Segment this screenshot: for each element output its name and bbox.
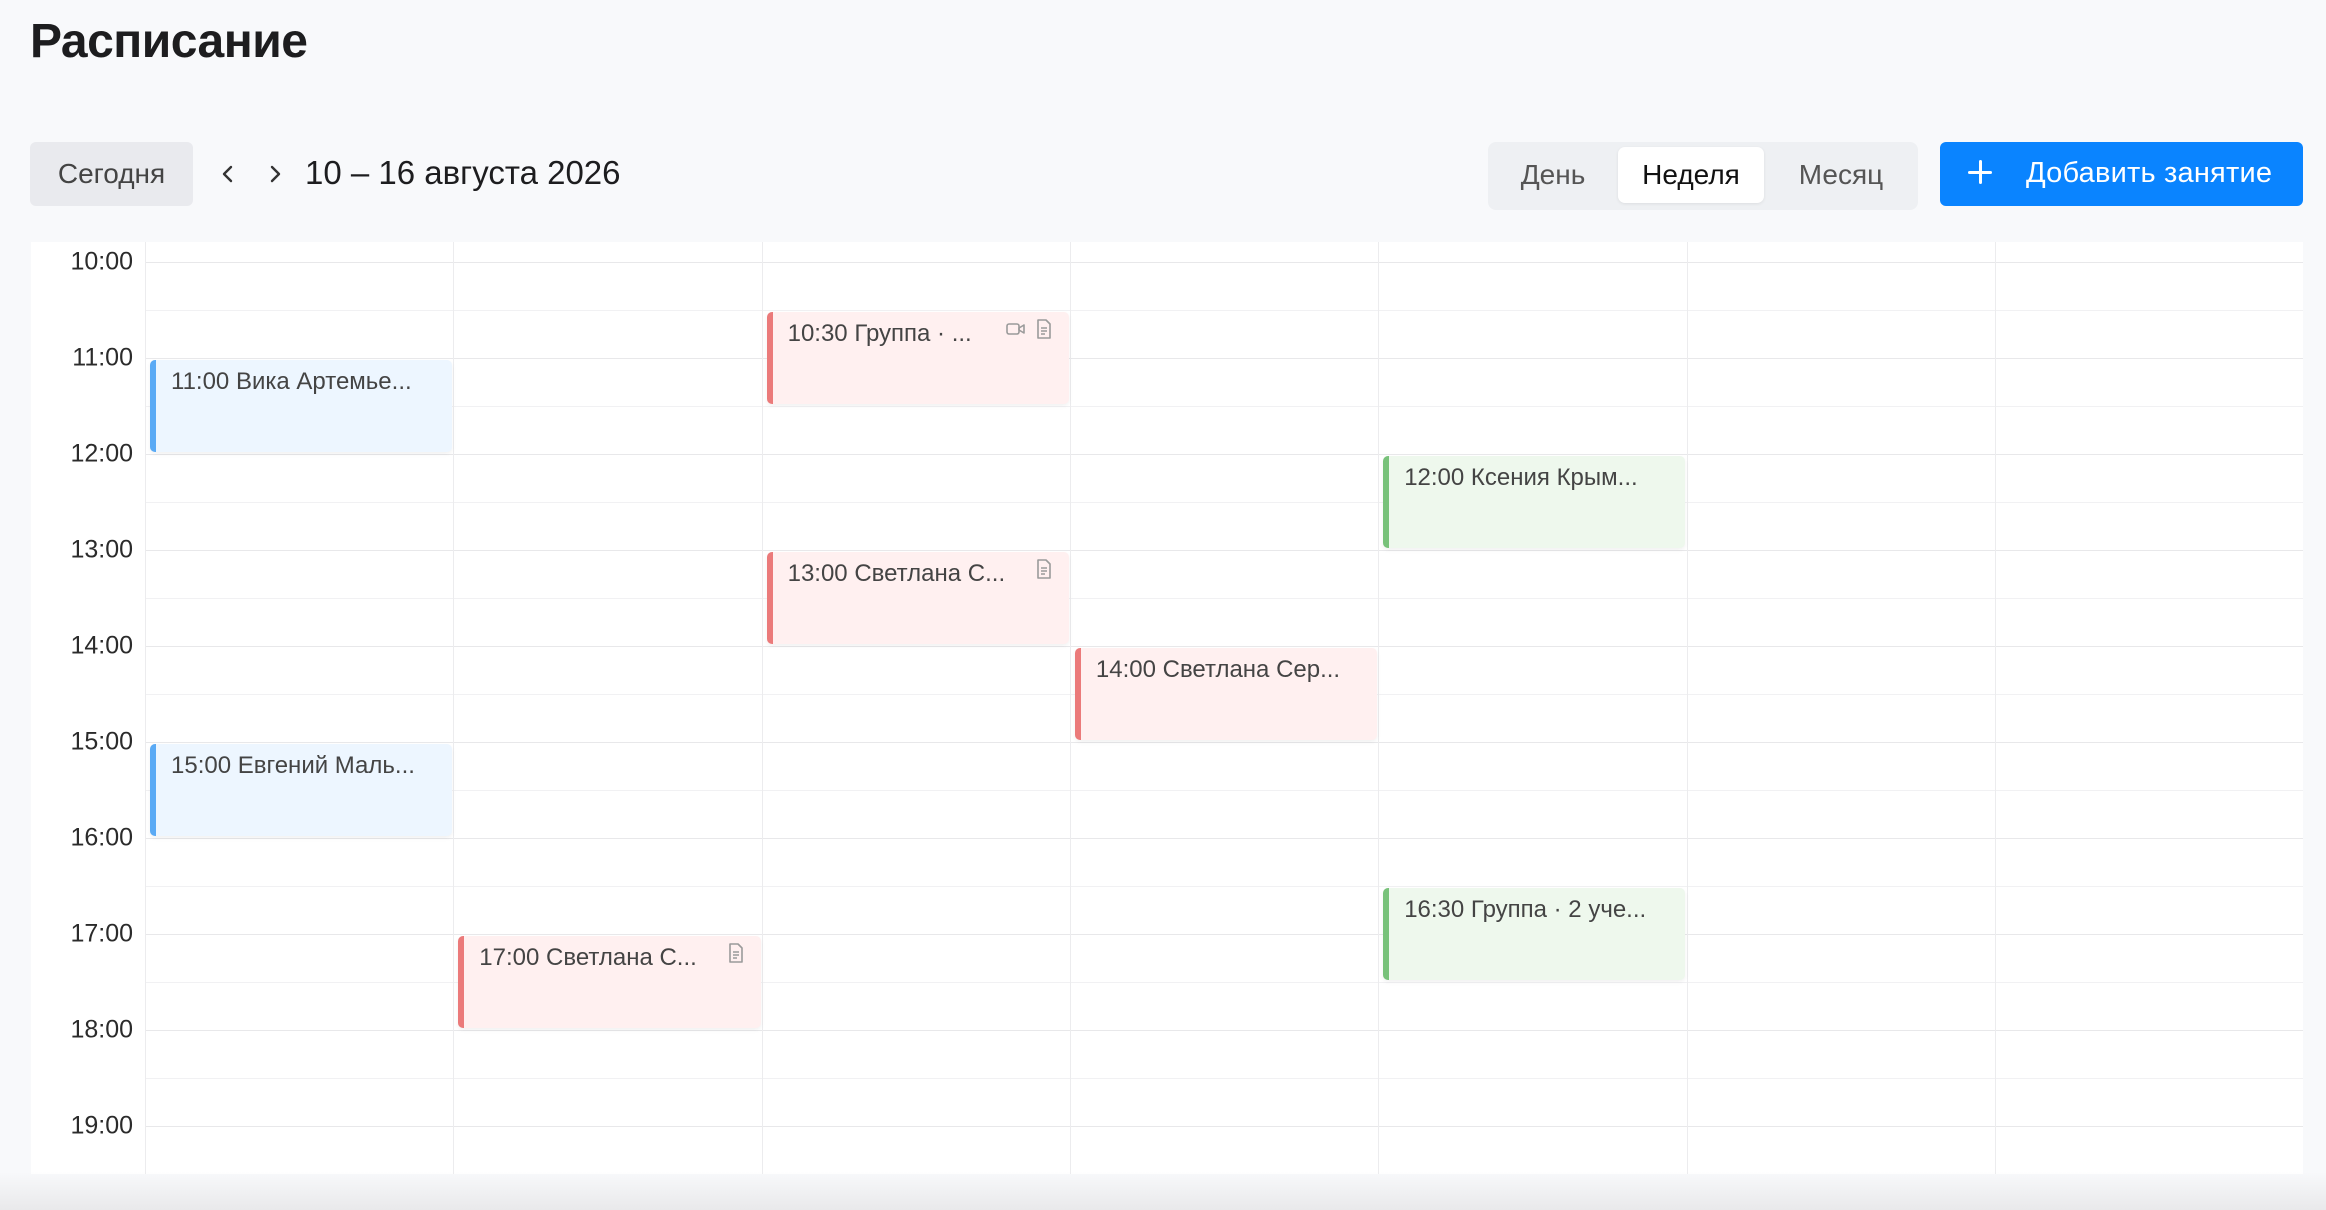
date-range-label: 10 – 16 августа 2026 [305, 154, 621, 191]
day-column-divider [1994, 242, 1996, 1174]
hour-line [145, 934, 2303, 935]
day-column-divider [1686, 242, 1688, 1174]
time-label: 13:00 [70, 535, 133, 564]
view-tab-month[interactable]: Месяц [1774, 147, 1908, 203]
half-hour-line [145, 886, 2303, 887]
plus-icon [1966, 158, 1996, 188]
day-column-divider [145, 242, 146, 1174]
lesson-event[interactable]: 10:30 Группа · ... [766, 312, 1069, 404]
time-label: 16:00 [70, 823, 133, 852]
lesson-event[interactable]: 15:00 Евгений Маль... [150, 744, 453, 836]
time-label: 11:00 [72, 343, 133, 372]
lesson-event-title: 12:00 Ксения Крым... [1404, 464, 1638, 491]
half-hour-line [145, 598, 2303, 599]
document-icon [725, 942, 747, 969]
view-switcher: День Неделя Месяц [1488, 142, 1918, 210]
half-hour-line [145, 406, 2303, 407]
lesson-event-title: 16:30 Группа · 2 уче... [1404, 896, 1647, 923]
bottom-scroll-shadow [0, 1172, 2326, 1210]
time-label: 12:00 [70, 439, 133, 468]
view-tab-week[interactable]: Неделя [1618, 147, 1764, 203]
next-week-button[interactable] [257, 154, 293, 194]
add-lesson-label: Добавить занятие [2026, 157, 2273, 189]
hour-line [145, 1126, 2303, 1127]
half-hour-line [145, 310, 2303, 311]
chevron-right-icon [270, 165, 281, 183]
hour-line [145, 1030, 2303, 1031]
lesson-event-title: 15:00 Евгений Маль... [171, 752, 415, 779]
lesson-event-title: 13:00 Светлана С... [787, 560, 1006, 587]
time-label: 18:00 [70, 1015, 133, 1044]
day-column-divider [453, 242, 455, 1174]
chevron-left-icon [222, 165, 233, 183]
day-columns: 11:00 Вика Артемье... 10:30 Группа · ... 1… [145, 242, 2303, 1174]
day-column-divider [1378, 242, 1380, 1174]
hour-line [145, 838, 2303, 839]
time-label: 14:00 [70, 631, 133, 660]
lesson-event-icons [725, 942, 747, 969]
lesson-event-title: 17:00 Светлана С... [479, 944, 697, 971]
time-label: 19:00 [70, 1111, 133, 1140]
page-title: Расписание [30, 15, 308, 68]
hour-line [145, 262, 2303, 263]
hour-line [145, 646, 2303, 647]
document-icon [1033, 558, 1055, 585]
lesson-event[interactable]: 14:00 Светлана Сер... [1074, 648, 1378, 740]
hour-line [145, 742, 2303, 743]
week-calendar-grid: 10:00 11:00 12:00 13:00 14:00 15:00 16:00 17:00… [31, 242, 2303, 1174]
time-label: 10:00 [70, 247, 133, 276]
lesson-event[interactable]: 17:00 Светлана С... [458, 936, 761, 1028]
lesson-event[interactable]: 13:00 Светлана С... [766, 552, 1069, 644]
half-hour-line [145, 502, 2303, 503]
lesson-event-title: 10:30 Группа · ... [787, 320, 972, 347]
lesson-event[interactable]: 12:00 Ксения Крым... [1383, 456, 1686, 548]
document-icon [1033, 318, 1055, 345]
lesson-event-title: 14:00 Светлана Сер... [1095, 656, 1341, 683]
lesson-event-icons [1033, 558, 1055, 585]
half-hour-line [145, 1078, 2303, 1079]
calendar-toolbar: Сегодня 10 – 16 августа 2026 День Неделя… [30, 142, 2303, 210]
video-icon [1005, 318, 1027, 345]
view-tab-day[interactable]: День [1498, 147, 1608, 203]
lesson-event[interactable]: 11:00 Вика Артемье... [150, 360, 453, 452]
day-column-divider [1069, 242, 1071, 1174]
prev-week-button[interactable] [210, 154, 246, 194]
lesson-event-title: 11:00 Вика Артемье... [171, 368, 412, 395]
hour-line [145, 550, 2303, 551]
lesson-event-icons [1005, 318, 1055, 345]
half-hour-line [145, 790, 2303, 791]
hour-line [145, 358, 2303, 359]
time-column: 10:00 11:00 12:00 13:00 14:00 15:00 16:00 17:00… [31, 242, 145, 1174]
hour-line [145, 454, 2303, 455]
today-button[interactable]: Сегодня [30, 142, 193, 206]
add-lesson-button[interactable]: Добавить занятие [1940, 142, 2303, 206]
time-label: 15:00 [70, 727, 133, 756]
lesson-event[interactable]: 16:30 Группа · 2 уче... [1383, 888, 1686, 980]
time-label: 17:00 [70, 919, 133, 948]
day-column-divider [761, 242, 763, 1174]
